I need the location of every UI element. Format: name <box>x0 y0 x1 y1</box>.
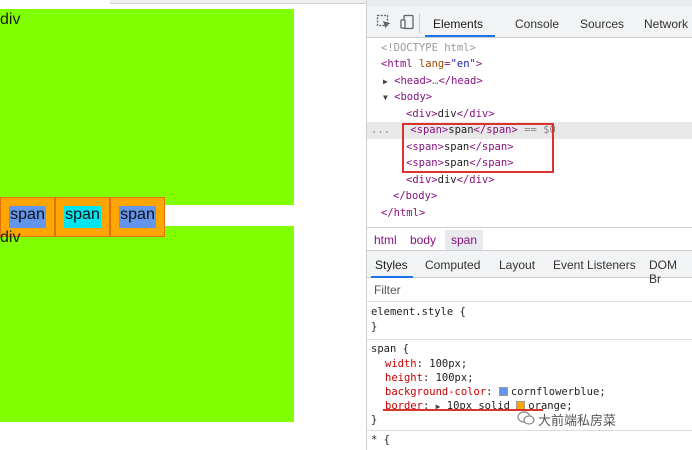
devtools-tabbar: Elements Console Sources Network <box>367 0 692 38</box>
collapse-triangle-icon[interactable]: ▼ <box>383 93 388 102</box>
expand-triangle-icon[interactable]: ▶ <box>383 77 388 86</box>
active-tab-indicator <box>425 35 495 37</box>
tab-elements[interactable]: Elements <box>433 17 483 31</box>
filter-input[interactable]: Filter <box>374 283 401 297</box>
subtab-event-listeners[interactable]: Event Listeners <box>553 258 636 272</box>
breadcrumb: html body span <box>367 227 692 251</box>
breadcrumb-html[interactable]: html <box>374 233 397 247</box>
dom-node-body[interactable]: ▼ <body> <box>367 89 692 106</box>
breadcrumb-span[interactable]: span <box>445 230 484 250</box>
span-box-label: span <box>65 206 100 223</box>
tab-network[interactable]: Network <box>644 17 688 31</box>
div-block-2 <box>0 226 294 422</box>
style-rule-width[interactable]: width: 100px; <box>385 357 467 372</box>
device-toolbar-icon[interactable] <box>400 14 416 30</box>
styles-subtabs: Styles Computed Layout Event Listeners D… <box>367 251 692 286</box>
div-block-1 <box>0 9 294 205</box>
dom-node-body-close[interactable]: </body> <box>367 188 692 205</box>
span-box-label: span <box>10 206 45 223</box>
span-selector[interactable]: span { <box>371 342 409 357</box>
color-swatch-icon[interactable] <box>498 387 508 396</box>
dom-node-head[interactable]: ▶ <head>…</head> <box>367 73 692 90</box>
styles-filter[interactable]: Filter <box>367 278 692 302</box>
subtab-computed[interactable]: Computed <box>425 258 480 272</box>
element-style-selector[interactable]: element.style { <box>371 305 466 320</box>
dom-node-div[interactable]: <div>div</div> <box>367 172 692 189</box>
devtools-panel: Elements Console Sources Network <!DOCTY… <box>366 0 692 450</box>
subtab-layout[interactable]: Layout <box>499 258 535 272</box>
dom-node-html[interactable]: <html lang="en"> <box>367 56 692 73</box>
style-rule-background-color[interactable]: background-color: cornflowerblue; <box>385 385 606 400</box>
tab-sources[interactable]: Sources <box>580 17 624 31</box>
universal-selector[interactable]: * { <box>371 433 390 448</box>
div-block-1-label: div <box>0 11 21 28</box>
span-box-label: span <box>120 206 155 223</box>
styles-pane: element.style { } span { width: 100px; h… <box>367 302 692 450</box>
tab-console[interactable]: Console <box>515 17 559 31</box>
watermark-text: 大前端私房菜 <box>538 414 617 429</box>
highlight-box <box>402 123 554 173</box>
breadcrumb-body[interactable]: body <box>410 233 436 247</box>
dom-node-doctype[interactable]: <!DOCTYPE html> <box>367 40 692 57</box>
style-rule-height[interactable]: height: 100px; <box>385 371 474 386</box>
inspect-element-icon[interactable] <box>376 14 392 30</box>
span-box: span <box>110 197 165 237</box>
dom-node-div[interactable]: <div>div</div> <box>367 106 692 123</box>
wechat-icon <box>517 411 535 425</box>
dom-node-html-close[interactable]: </html> <box>367 205 692 222</box>
rule-close-brace: } <box>371 414 378 426</box>
rule-close-brace: } <box>371 321 378 333</box>
top-scroll-strip <box>110 0 366 4</box>
page-viewport: div span span span div <box>0 0 366 450</box>
span-row: span span span <box>0 197 165 237</box>
div-block-2-label: div <box>0 229 21 246</box>
row-options-icon[interactable]: ... <box>371 124 390 136</box>
span-box: span <box>55 197 110 237</box>
subtab-styles[interactable]: Styles <box>375 258 408 272</box>
